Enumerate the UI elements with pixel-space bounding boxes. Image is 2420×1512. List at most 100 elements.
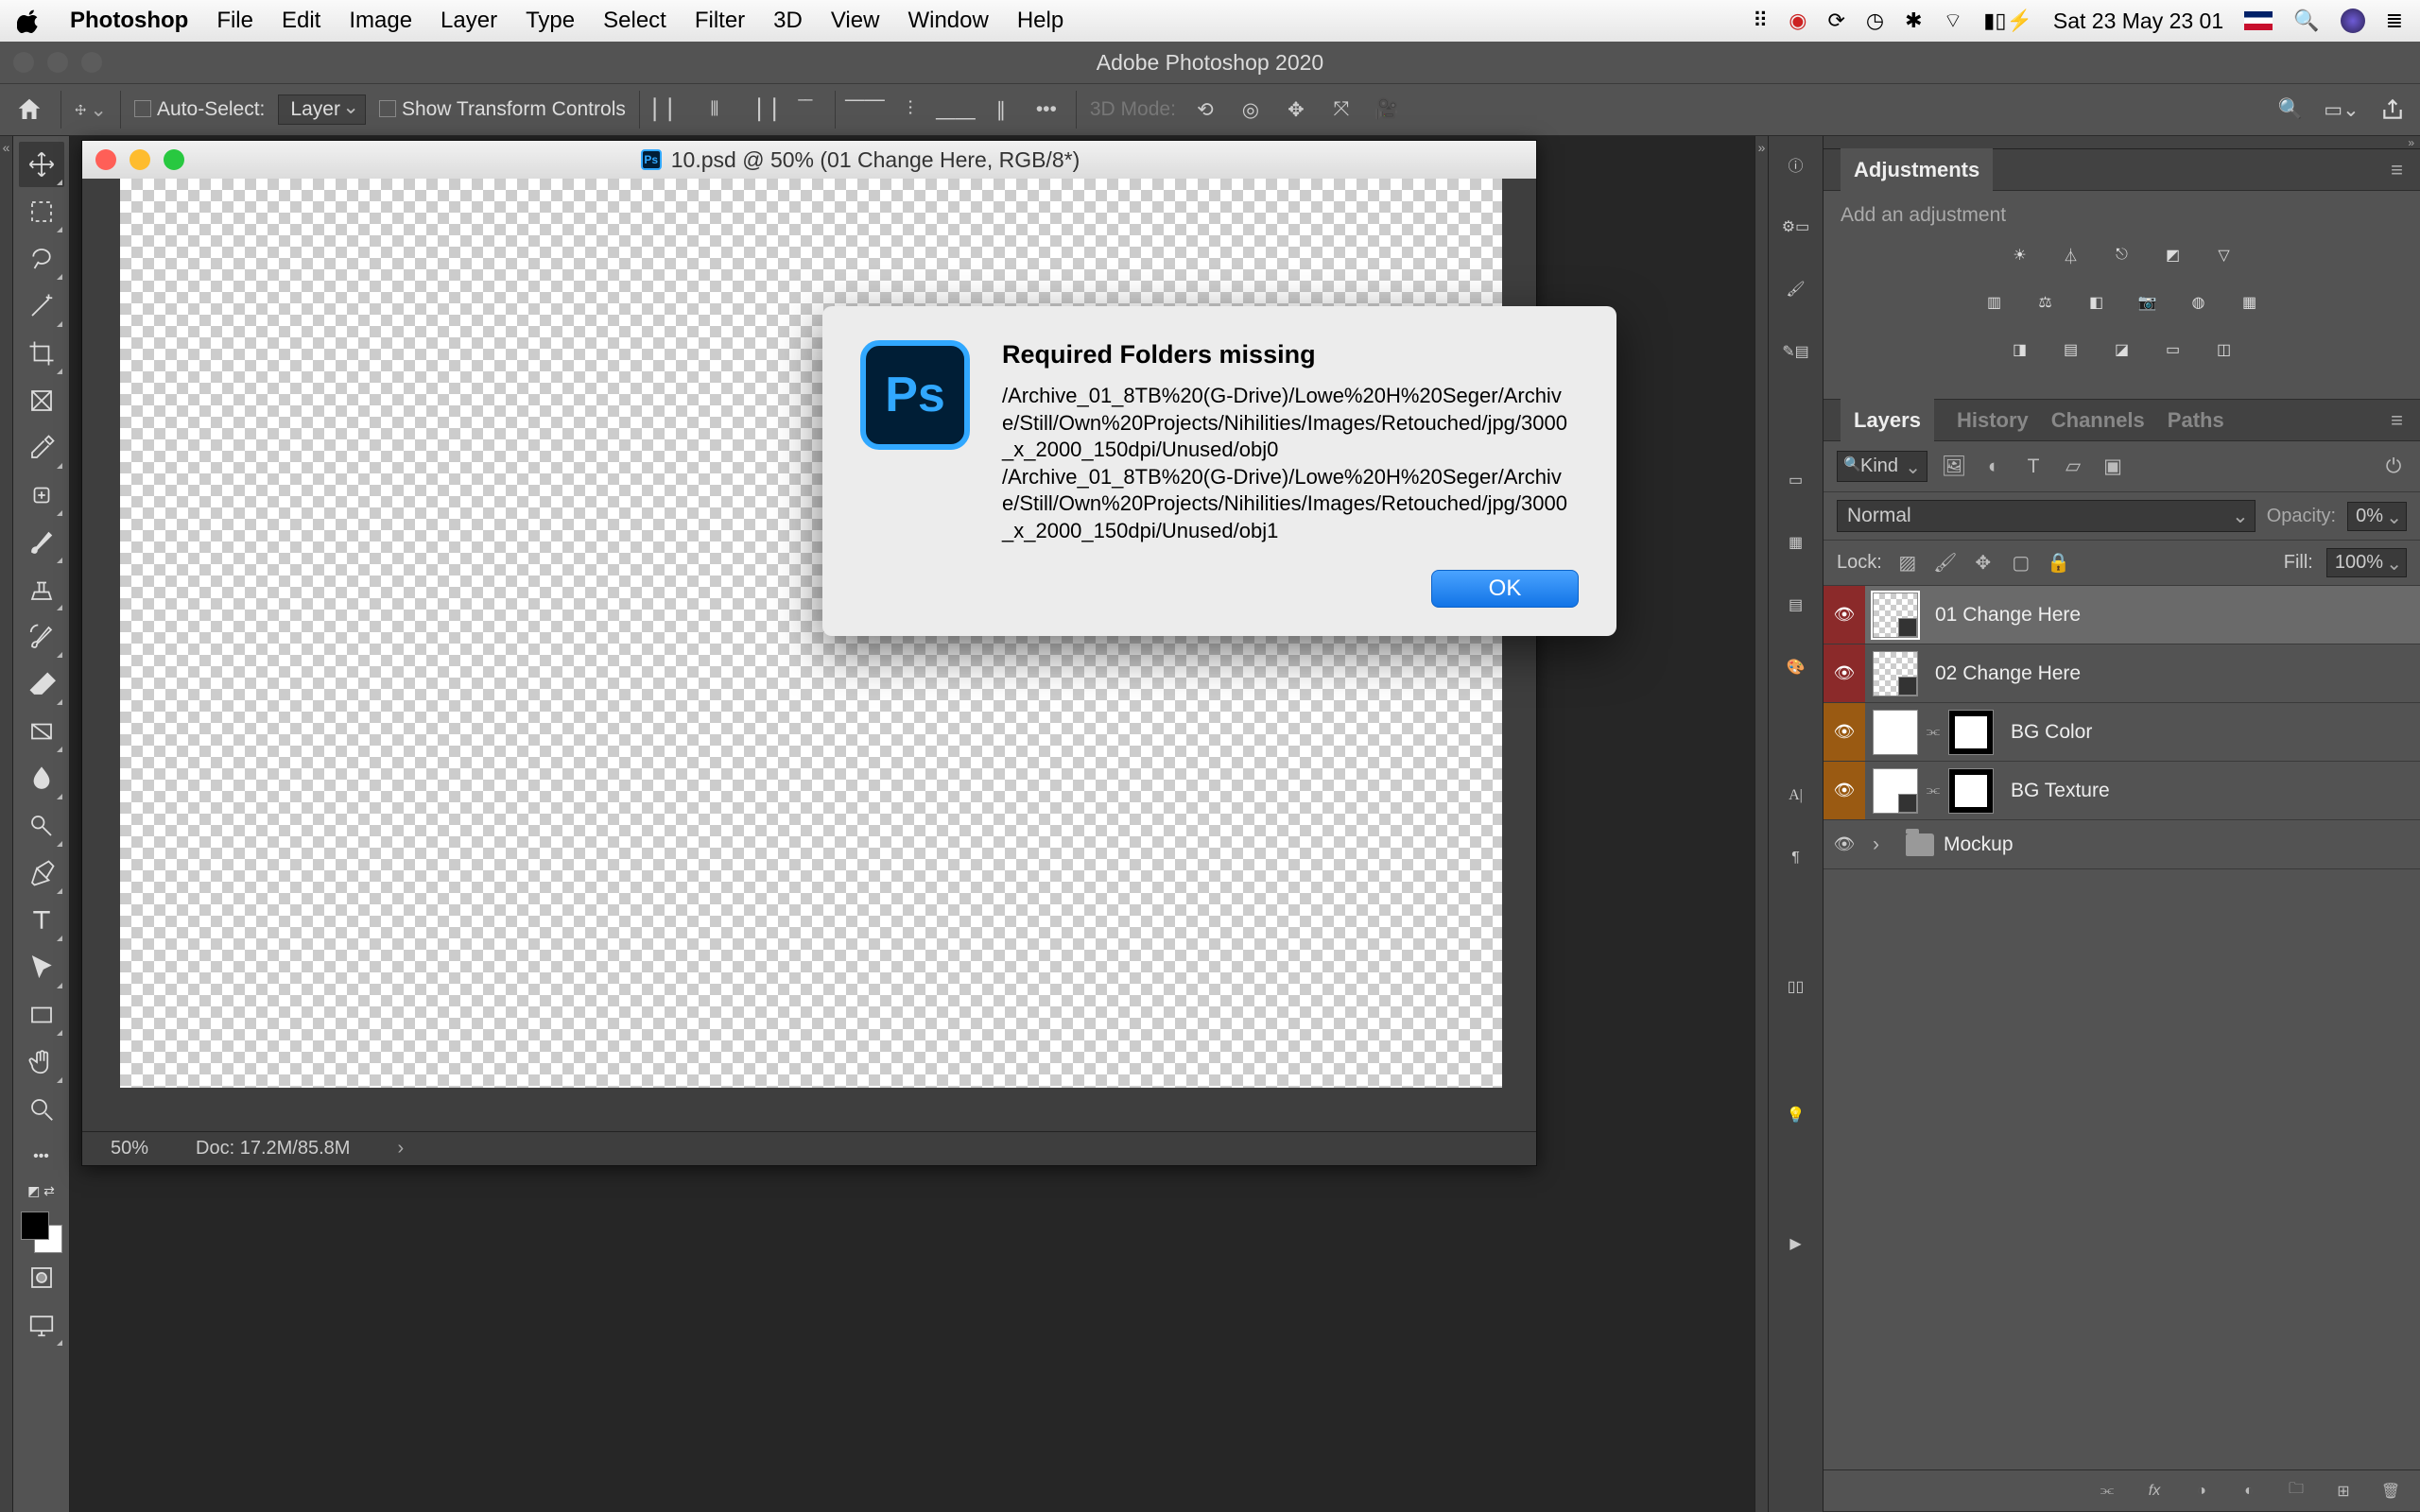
- color-lookup-icon[interactable]: ▦: [2233, 285, 2267, 319]
- window-close-button[interactable]: [13, 52, 34, 73]
- type-tool[interactable]: [19, 898, 64, 943]
- edit-toolbar-button[interactable]: •••: [19, 1134, 64, 1179]
- healing-brush-tool[interactable]: [19, 472, 64, 518]
- history-tab[interactable]: History: [1957, 408, 2029, 433]
- invert-icon[interactable]: ◨: [2003, 333, 2037, 367]
- posterize-icon[interactable]: ▤: [2054, 333, 2088, 367]
- layer-group-row[interactable]: 👁 › Mockup: [1824, 820, 2420, 869]
- doc-minimize-button[interactable]: [130, 149, 150, 170]
- mask-link-icon[interactable]: ⫘: [1926, 782, 1941, 799]
- layer-thumbnail[interactable]: [1873, 593, 1918, 638]
- wifi-icon[interactable]: ⌔: [1944, 8, 1963, 34]
- more-align-icon[interactable]: •••: [1030, 94, 1063, 126]
- align-hcenter-icon[interactable]: ⫴: [699, 94, 731, 126]
- history-brush-tool[interactable]: [19, 614, 64, 660]
- menu-layer[interactable]: Layer: [441, 8, 497, 34]
- bluetooth-icon[interactable]: ✱: [1905, 9, 1922, 33]
- layer-mask-thumbnail[interactable]: [1948, 768, 1994, 814]
- doc-size[interactable]: Doc: 17.2M/85.8M: [196, 1138, 350, 1160]
- delete-layer-icon[interactable]: 🗑: [2378, 1479, 2403, 1503]
- zoom-tool[interactable]: [19, 1087, 64, 1132]
- app-name[interactable]: Photoshop: [70, 8, 188, 34]
- siri-icon[interactable]: [2341, 9, 2365, 33]
- layer-row[interactable]: 👁 ⫘ BG Texture: [1824, 762, 2420, 820]
- menu-select[interactable]: Select: [603, 8, 666, 34]
- layer-row[interactable]: 👁 ⫘ BG Color: [1824, 703, 2420, 762]
- share-icon[interactable]: [2377, 94, 2409, 126]
- visibility-toggle[interactable]: 👁: [1824, 644, 1865, 702]
- pen-tool[interactable]: [19, 850, 64, 896]
- menubar-clock[interactable]: Sat 23 May 23 01: [2053, 9, 2223, 34]
- layer-row[interactable]: 👁 01 Change Here: [1824, 586, 2420, 644]
- black-white-icon[interactable]: ◧: [2080, 285, 2114, 319]
- window-zoom-button[interactable]: [81, 52, 102, 73]
- filter-pixel-icon[interactable]: 🖼: [1941, 454, 1967, 480]
- quick-mask-toggle[interactable]: [19, 1255, 64, 1300]
- visibility-toggle[interactable]: 👁: [1824, 762, 1865, 819]
- levels-icon[interactable]: ⏃: [2054, 238, 2088, 272]
- screen-mode-button[interactable]: [19, 1302, 64, 1348]
- group-expand-icon[interactable]: ›: [1873, 833, 1879, 856]
- paragraph-panel-icon[interactable]: ¶: [1779, 841, 1813, 875]
- statusbar-caret-icon[interactable]: ›: [397, 1138, 404, 1160]
- layer-thumbnail[interactable]: [1873, 710, 1918, 755]
- selective-color-icon[interactable]: ◫: [2207, 333, 2241, 367]
- filter-smart-icon[interactable]: ▣: [2100, 454, 2126, 480]
- menu-edit[interactable]: Edit: [282, 8, 320, 34]
- eraser-tool[interactable]: [19, 662, 64, 707]
- menu-filter[interactable]: Filter: [695, 8, 745, 34]
- curves-icon[interactable]: ⎋: [2105, 238, 2139, 272]
- visibility-toggle[interactable]: 👁: [1824, 820, 1865, 868]
- dropbox-icon[interactable]: ⠿: [1753, 9, 1768, 33]
- hand-tool[interactable]: [19, 1040, 64, 1085]
- rectangle-tool[interactable]: [19, 992, 64, 1038]
- brush-settings-panel-icon[interactable]: ✎▤: [1779, 335, 1813, 369]
- character-panel-icon[interactable]: A|: [1779, 779, 1813, 813]
- menu-file[interactable]: File: [216, 8, 253, 34]
- distribute-bottom-icon[interactable]: ⎽⎽: [940, 94, 972, 126]
- exposure-icon[interactable]: ◩: [2156, 238, 2190, 272]
- move-tool[interactable]: [19, 142, 64, 187]
- layer-name[interactable]: BG Texture: [2011, 780, 2110, 802]
- battery-icon[interactable]: ▮▯⚡: [1983, 9, 2032, 33]
- gradients-panel-icon[interactable]: ▤: [1779, 588, 1813, 622]
- foreground-background-toggle[interactable]: ◩ ⇄: [19, 1181, 64, 1200]
- visibility-toggle[interactable]: 👁: [1824, 586, 1865, 644]
- zoom-level[interactable]: 50%: [111, 1138, 148, 1160]
- apple-logo-icon[interactable]: [17, 9, 42, 33]
- menu-help[interactable]: Help: [1017, 8, 1063, 34]
- brightness-contrast-icon[interactable]: ☀: [2003, 238, 2037, 272]
- brushes-panel-icon[interactable]: 🖌: [1779, 272, 1813, 306]
- layer-mask-thumbnail[interactable]: [1948, 710, 1994, 755]
- swatches-panel-icon[interactable]: ▦: [1779, 525, 1813, 559]
- adjustments-menu-icon[interactable]: ≡: [2391, 158, 2403, 182]
- input-flag-icon[interactable]: [2244, 11, 2273, 30]
- align-right-icon[interactable]: ▕▕: [744, 94, 776, 126]
- dodge-tool[interactable]: [19, 803, 64, 849]
- add-mask-icon[interactable]: ◑: [2189, 1479, 2214, 1503]
- spotlight-icon[interactable]: 🔍: [2293, 9, 2319, 33]
- photo-filter-icon[interactable]: 📷: [2131, 285, 2165, 319]
- sync-icon[interactable]: ⟳: [1827, 9, 1844, 33]
- learn-panel-icon[interactable]: 💡: [1779, 1098, 1813, 1132]
- visibility-toggle[interactable]: 👁: [1824, 703, 1865, 761]
- document-titlebar[interactable]: Ps10.psd @ 50% (01 Change Here, RGB/8*): [82, 141, 1536, 179]
- auto-select-checkbox[interactable]: Auto-Select:: [134, 98, 265, 121]
- lasso-tool[interactable]: [19, 236, 64, 282]
- brush-tool[interactable]: [19, 520, 64, 565]
- lock-artboard-icon[interactable]: ▢: [2009, 551, 2033, 576]
- actions-panel-icon[interactable]: ▶: [1779, 1227, 1813, 1261]
- layer-name[interactable]: BG Color: [2011, 721, 2092, 744]
- channel-mixer-icon[interactable]: ◍: [2182, 285, 2216, 319]
- lock-all-icon[interactable]: 🔒: [2047, 551, 2071, 576]
- adjustments-tab[interactable]: Adjustments: [1841, 148, 1993, 192]
- eyedropper-tool[interactable]: [19, 425, 64, 471]
- path-selection-tool[interactable]: [19, 945, 64, 990]
- layer-name[interactable]: 01 Change Here: [1935, 604, 2081, 627]
- layers-menu-icon[interactable]: ≡: [2391, 408, 2403, 433]
- notification-center-icon[interactable]: ≣: [2386, 9, 2403, 33]
- gradient-map-icon[interactable]: ▭: [2156, 333, 2190, 367]
- align-top-icon[interactable]: ‾‾: [789, 94, 821, 126]
- layers-tab[interactable]: Layers: [1841, 399, 1934, 442]
- layer-style-icon[interactable]: fx: [2142, 1479, 2167, 1503]
